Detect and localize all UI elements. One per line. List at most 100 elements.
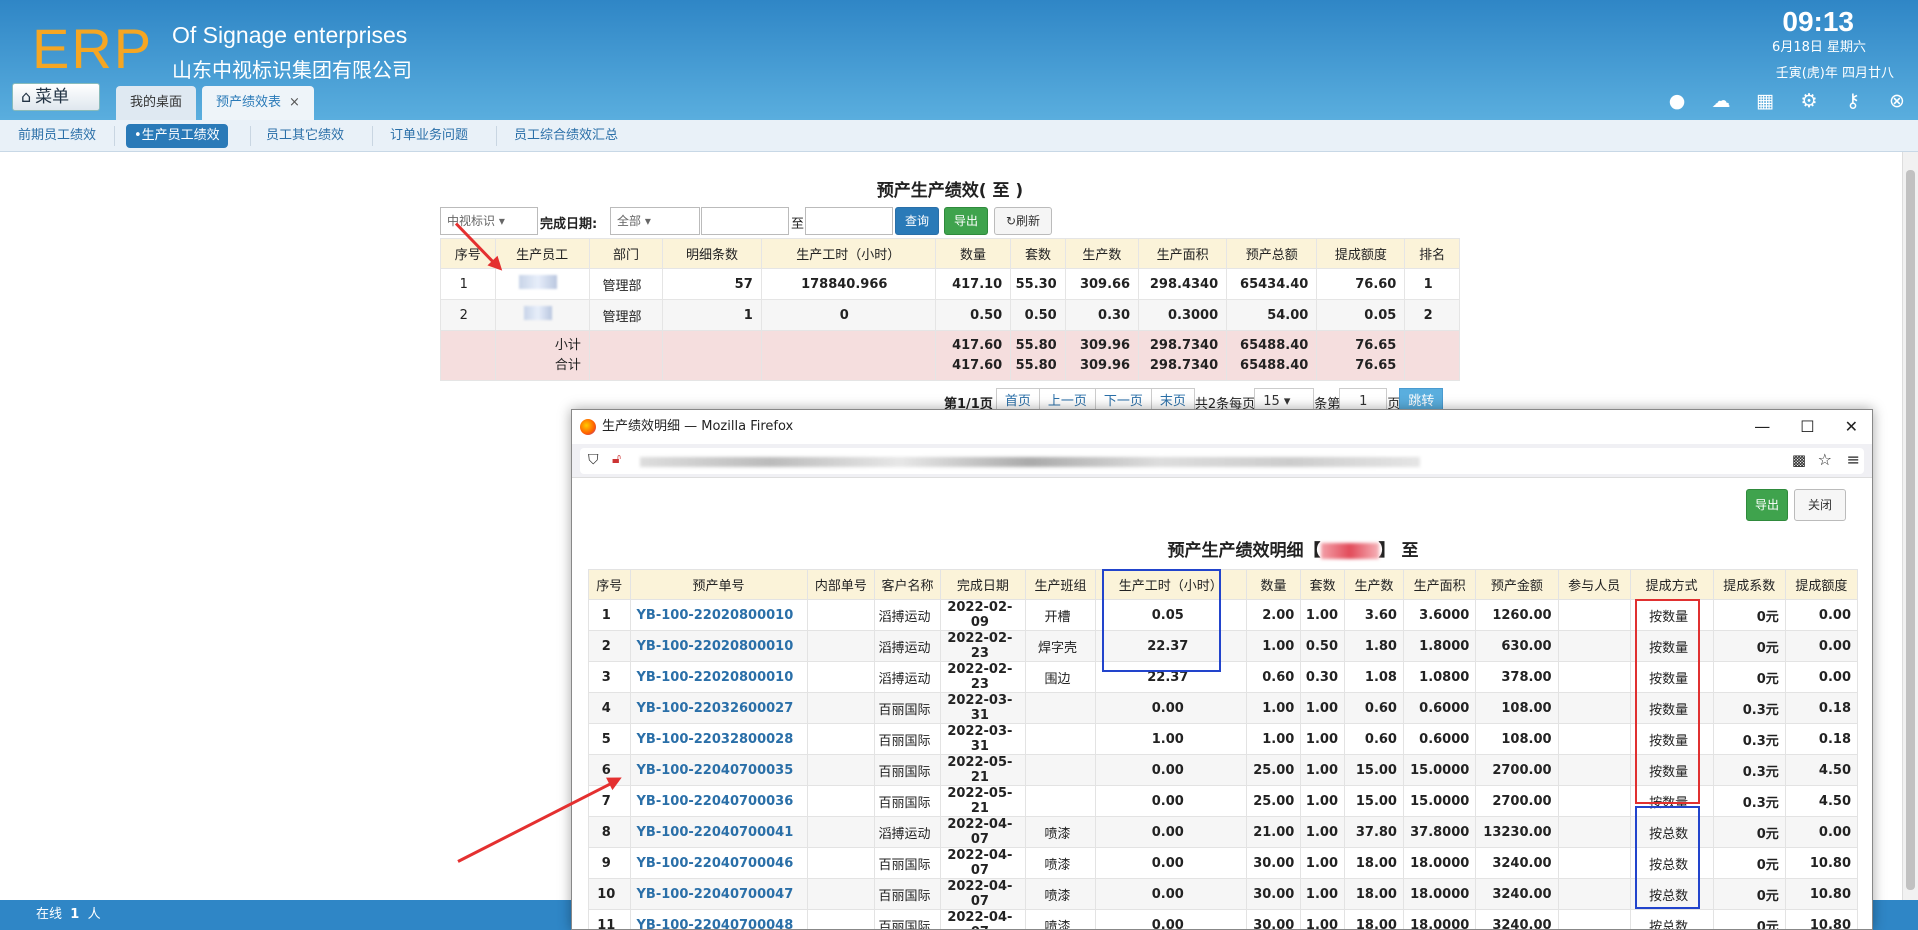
maximize-icon[interactable]: ☐ [1800, 410, 1814, 444]
cell-participants [1557, 754, 1631, 786]
cell-prod: 0.30 [1064, 299, 1140, 331]
shield-icon[interactable]: ⛉ [588, 452, 599, 468]
cell-order-no[interactable]: YB-100-22040700048 [629, 909, 808, 929]
cell-order-no[interactable]: YB-100-22040700046 [629, 847, 808, 879]
blurred-url [640, 457, 1420, 467]
cell-qty: 0.50 [934, 299, 1012, 331]
cell-team: 开槽 [1025, 599, 1096, 631]
subnav-order-issues[interactable]: 订单业务问题 [382, 124, 476, 148]
cell-hours: 0.00 [1094, 847, 1247, 879]
refresh-label: 刷新 [1016, 214, 1041, 228]
cell-qty: 30.00 [1245, 847, 1302, 879]
qr-icon[interactable]: ▩ [1792, 451, 1806, 469]
apps-icon[interactable]: ▦ [1754, 90, 1776, 112]
cell-order-no[interactable]: YB-100-22040700041 [629, 816, 808, 848]
cell-internal-no [806, 630, 876, 662]
cell-hours: 0.00 [1094, 754, 1247, 786]
cell-coef: 0.3元 [1712, 692, 1786, 724]
cell-qty: 30.00 [1245, 878, 1302, 910]
cell-order-no[interactable]: YB-100-22040700047 [629, 878, 808, 910]
cell-order-no[interactable]: YB-100-22040700035 [629, 754, 808, 786]
summary-comm: 76.65 76.65 [1316, 330, 1406, 381]
company-select[interactable]: 中视标识 ▾ [440, 207, 538, 235]
range-select[interactable]: 全部 ▾ [610, 207, 700, 235]
cell-qty: 1.00 [1245, 723, 1302, 755]
cell-coef: 0元 [1712, 847, 1786, 879]
cell-participants [1557, 785, 1631, 817]
star-icon[interactable]: ☆ [1818, 450, 1832, 469]
menu-button[interactable]: ⌂ 菜单 [12, 83, 100, 111]
subnav-divider [250, 126, 251, 146]
cell-coef: 0元 [1712, 661, 1786, 693]
col-header: 明细条数 [662, 238, 762, 269]
cell-coef: 0元 [1712, 909, 1786, 929]
subnav-divider [372, 126, 373, 146]
cloud-icon[interactable]: ☁ [1710, 90, 1732, 112]
cell-amount: 13230.00 [1475, 816, 1559, 848]
subnav-early-staff[interactable]: 前期员工绩效 [10, 124, 104, 148]
cell-participants [1557, 847, 1631, 879]
cell-order-no[interactable]: YB-100-22020800010 [629, 661, 808, 693]
total-total: 65488.40 [1240, 357, 1309, 373]
cell-coef: 0元 [1712, 878, 1786, 910]
tab-desktop[interactable]: 我的桌面 [116, 86, 197, 120]
end-date-input[interactable] [805, 207, 893, 235]
cell-order-no[interactable]: YB-100-22032600027 [629, 692, 808, 724]
cell-order-no[interactable]: YB-100-22020800010 [629, 630, 808, 662]
total-sets: 55.80 [1015, 357, 1057, 373]
cell-qty: 1.00 [1245, 692, 1302, 724]
cell-sets: 0.50 [1010, 299, 1066, 331]
cell-internal-no [806, 692, 876, 724]
close-icon[interactable]: ✕ [1845, 410, 1858, 444]
collapse-icon[interactable]: ⊗ [1886, 90, 1908, 112]
hamburger-menu-icon[interactable]: ≡ [1847, 450, 1860, 469]
start-date-input[interactable] [701, 207, 789, 235]
detail-title: 预产生产绩效明细【 】 至 [572, 536, 1872, 561]
cell-no: 11 [588, 909, 631, 929]
col-header: 生产员工 [494, 238, 590, 269]
table-row[interactable]: 11YB-100-22040700048 百丽国际2022-04-07喷漆0.00… [588, 909, 1859, 929]
refresh-button[interactable]: ↻刷新 [994, 207, 1052, 235]
cell-prod: 18.00 [1344, 878, 1404, 910]
tab-close-icon[interactable]: × [289, 95, 300, 110]
cell-qty: 30.00 [1245, 909, 1302, 929]
cell-order-no[interactable]: YB-100-22032800028 [629, 723, 808, 755]
cell-hours: 0.00 [1094, 878, 1247, 910]
url-field[interactable]: ⛉ 🔓︎ ▩ ☆ ≡ [580, 448, 1864, 474]
cell-employee[interactable] [494, 299, 590, 331]
refresh-icon: ↻ [1005, 214, 1017, 228]
tab-performance[interactable]: 预产绩效表 × [202, 86, 314, 120]
search-button[interactable]: 查询 [895, 207, 939, 235]
user-icon[interactable]: ● [1666, 90, 1688, 112]
online-unit: 人 [87, 907, 101, 922]
key-icon[interactable]: ⚷ [1842, 90, 1864, 112]
cell-customer: 滔搏运动 [874, 816, 941, 848]
page-scrollbar[interactable] [1902, 152, 1918, 900]
table-row[interactable]: 1 管理部 57 178840.966 417.10 55.30 309.66 … [440, 268, 1460, 300]
col-header: 提成额度 [1316, 238, 1406, 269]
detail-export-button[interactable]: 导出 [1746, 489, 1788, 521]
cell-amount: 108.00 [1475, 723, 1559, 755]
cell-empty [760, 330, 936, 381]
gear-icon[interactable]: ⚙ [1798, 90, 1820, 112]
minimize-icon[interactable]: — [1754, 410, 1770, 444]
cell-sets: 1.00 [1300, 754, 1345, 786]
subnav-production-staff[interactable]: •生产员工绩效 [126, 124, 228, 148]
col-header: 排名 [1404, 238, 1460, 269]
subtotal-total: 65488.40 [1240, 337, 1309, 353]
scrollbar-thumb[interactable] [1906, 170, 1915, 890]
sub-navigation: 前期员工绩效 •生产员工绩效 员工其它绩效 订单业务问题 员工综合绩效汇总 [0, 120, 1918, 152]
subnav-other-perf[interactable]: 员工其它绩效 [258, 124, 352, 148]
table-row[interactable]: 2 管理部 1 0 0.50 0.50 0.30 0.3000 54.00 0.… [440, 299, 1460, 331]
insecure-lock-icon[interactable]: 🔓︎ [612, 451, 621, 467]
cell-employee[interactable] [494, 268, 590, 300]
cell-order-no[interactable]: YB-100-22040700036 [629, 785, 808, 817]
range-select-value: 全部 [617, 214, 642, 228]
export-button[interactable]: 导出 [944, 207, 988, 235]
detail-close-button[interactable]: 关闭 [1794, 489, 1846, 521]
cell-sets: 1.00 [1300, 785, 1345, 817]
cell-order-no[interactable]: YB-100-22020800010 [629, 599, 808, 631]
col-header: 提成系数 [1712, 569, 1786, 600]
subnav-summary[interactable]: 员工综合绩效汇总 [506, 124, 626, 148]
col-header: 生产班组 [1025, 569, 1096, 600]
